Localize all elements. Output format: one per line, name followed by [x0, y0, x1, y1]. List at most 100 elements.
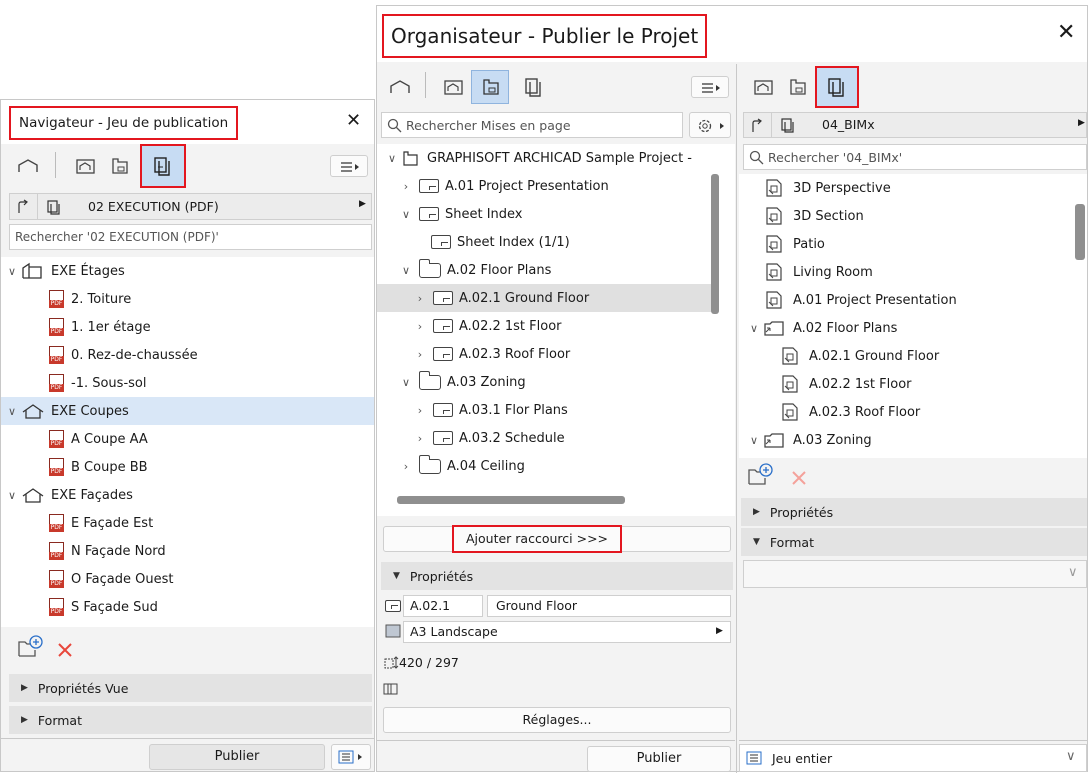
- add-folder-icon[interactable]: [747, 462, 773, 486]
- vertical-scrollbar[interactable]: [711, 174, 719, 314]
- chevron-right-icon[interactable]: ›: [413, 404, 427, 417]
- tree-group[interactable]: ∨ EXE Étages: [1, 257, 374, 285]
- delete-icon[interactable]: [791, 470, 807, 486]
- tree-item[interactable]: A.01 Project Presentation: [739, 286, 1087, 314]
- close-icon[interactable]: ✕: [1057, 20, 1075, 45]
- tree-item[interactable]: O Façade Ouest: [1, 565, 374, 593]
- view-map-icon[interactable]: [75, 156, 97, 176]
- settings-menu-button[interactable]: [689, 112, 731, 138]
- navigator-search-input[interactable]: Rechercher '02 EXECUTION (PDF)': [9, 224, 372, 250]
- set-search-input[interactable]: Rechercher '04_BIMx': [743, 144, 1087, 170]
- chevron-down-icon[interactable]: ∨: [399, 376, 413, 389]
- tree-group-selected[interactable]: ∨ EXE Coupes: [1, 397, 374, 425]
- layout-book-icon[interactable]: [787, 77, 809, 97]
- tree-row[interactable]: ∨ Sheet Index: [377, 200, 735, 228]
- publish-scope-select[interactable]: Jeu entier ∨: [739, 744, 1087, 772]
- tree-row[interactable]: Sheet Index (1/1): [377, 228, 735, 256]
- tree-item[interactable]: S Façade Sud: [1, 593, 374, 621]
- tree-item[interactable]: 3D Section: [739, 202, 1087, 230]
- view-properties-panel[interactable]: ▶ Propriétés Vue: [9, 674, 372, 702]
- go-up-icon[interactable]: [750, 118, 766, 134]
- tree-item[interactable]: 3D Perspective: [739, 174, 1087, 202]
- layout-name-field[interactable]: Ground Floor: [487, 595, 731, 617]
- tree-item[interactable]: A.02.3 Roof Floor: [739, 398, 1087, 426]
- tree-row-selected[interactable]: › A.02.1 Ground Floor: [377, 284, 711, 312]
- tree-item[interactable]: 0. Rez-de-chaussée: [1, 341, 374, 369]
- tree-row[interactable]: ∨ A.03 Zoning: [377, 368, 735, 396]
- tree-item[interactable]: E Façade Est: [1, 509, 374, 537]
- tree-row[interactable]: ∨ GRAPHISOFT ARCHICAD Sample Project -: [377, 144, 735, 172]
- layout-search-input[interactable]: Rechercher Mises en page: [381, 112, 683, 138]
- palette-menu-button[interactable]: [330, 155, 368, 177]
- chevron-right-icon[interactable]: ›: [399, 180, 413, 193]
- add-shortcut-button[interactable]: Ajouter raccourci >>>: [383, 525, 731, 553]
- chevron-right-icon[interactable]: ›: [399, 460, 413, 473]
- tree-item[interactable]: Living Room: [739, 258, 1087, 286]
- format-panel-header[interactable]: ▼ Format: [741, 528, 1087, 556]
- tree-row[interactable]: › A.01 Project Presentation: [377, 172, 735, 200]
- settings-button[interactable]: Réglages...: [383, 707, 731, 733]
- tree-label: Sheet Index (1/1): [457, 234, 570, 250]
- layout-book-icon[interactable]: [109, 156, 131, 176]
- tree-item[interactable]: 2. Toiture: [1, 285, 374, 313]
- tree-item[interactable]: 1. 1er étage: [1, 313, 374, 341]
- publisher-sets-button[interactable]: [815, 66, 859, 108]
- publisher-set-selector[interactable]: 02 EXECUTION (PDF) ▶: [9, 193, 372, 220]
- tree-group[interactable]: ∨ A.02 Floor Plans: [739, 314, 1087, 342]
- layout-id-field[interactable]: A.02.1: [403, 595, 483, 617]
- chevron-down-icon[interactable]: ∨: [5, 405, 19, 418]
- publisher-sets-icon: [828, 78, 844, 97]
- tree-item[interactable]: A.02.1 Ground Floor: [739, 342, 1087, 370]
- chevron-down-icon[interactable]: ∨: [5, 265, 19, 278]
- add-folder-icon[interactable]: [17, 634, 43, 658]
- tree-group[interactable]: ∨ EXE Façades: [1, 481, 374, 509]
- publish-button[interactable]: Publier: [149, 744, 325, 770]
- tree-group[interactable]: ∨ A.03 Zoning: [739, 426, 1087, 454]
- format-panel[interactable]: ▶ Format: [9, 706, 372, 734]
- view-map-icon[interactable]: [443, 77, 465, 97]
- format-select[interactable]: ∨: [743, 560, 1087, 588]
- tree-row[interactable]: ∨ A.02 Floor Plans: [377, 256, 735, 284]
- tree-row[interactable]: › A.02.3 Roof Floor: [377, 340, 735, 368]
- view-map-icon[interactable]: [753, 77, 775, 97]
- tree-row[interactable]: › A.04 Ceiling: [377, 452, 735, 480]
- delete-icon[interactable]: [57, 642, 73, 658]
- project-map-icon[interactable]: [389, 77, 411, 97]
- tree-item[interactable]: B Coupe BB: [1, 453, 374, 481]
- tree-row[interactable]: › A.03.1 Flor Plans: [377, 396, 735, 424]
- chevron-down-icon[interactable]: ∨: [385, 152, 399, 165]
- layout-icon: [431, 235, 451, 249]
- chevron-down-icon[interactable]: ∨: [399, 208, 413, 221]
- chevron-right-icon[interactable]: ›: [413, 348, 427, 361]
- search-placeholder: Rechercher '04_BIMx': [768, 150, 903, 165]
- layout-book-button[interactable]: [471, 70, 509, 104]
- publisher-sets-icon[interactable]: [523, 76, 545, 98]
- vertical-scrollbar[interactable]: [1075, 204, 1085, 260]
- project-map-icon[interactable]: [17, 156, 39, 176]
- chevron-right-icon[interactable]: ›: [413, 292, 427, 305]
- tree-item[interactable]: A.02.2 1st Floor: [739, 370, 1087, 398]
- tree-item[interactable]: A Coupe AA: [1, 425, 374, 453]
- chevron-down-icon[interactable]: ∨: [399, 264, 413, 277]
- tree-item[interactable]: N Façade Nord: [1, 537, 374, 565]
- horizontal-scrollbar[interactable]: [397, 496, 625, 504]
- chevron-right-icon[interactable]: ›: [413, 320, 427, 333]
- master-layout-select[interactable]: A3 Landscape ▶: [403, 621, 731, 643]
- organizer-publish-button[interactable]: Publier: [587, 746, 731, 772]
- left-menu-button[interactable]: [691, 76, 729, 98]
- properties-panel-header[interactable]: ▶ Propriétés: [741, 498, 1087, 526]
- go-up-icon[interactable]: [16, 199, 32, 215]
- tree-item[interactable]: -1. Sous-sol: [1, 369, 374, 397]
- properties-panel-header[interactable]: ▼ Propriétés: [381, 562, 733, 590]
- tree-row[interactable]: › A.03.2 Schedule: [377, 424, 735, 452]
- chevron-right-icon[interactable]: ›: [413, 432, 427, 445]
- chevron-down-icon[interactable]: ∨: [747, 322, 761, 335]
- chevron-down-icon[interactable]: ∨: [747, 434, 761, 447]
- close-icon[interactable]: ✕: [346, 110, 361, 131]
- publisher-set-selector[interactable]: 04_BIMx ▶: [743, 112, 1087, 138]
- chevron-down-icon[interactable]: ∨: [5, 489, 19, 502]
- tree-row[interactable]: › A.02.2 1st Floor: [377, 312, 735, 340]
- publisher-sets-button[interactable]: [140, 144, 186, 188]
- tree-item[interactable]: Patio: [739, 230, 1087, 258]
- publish-options-button[interactable]: [331, 744, 371, 770]
